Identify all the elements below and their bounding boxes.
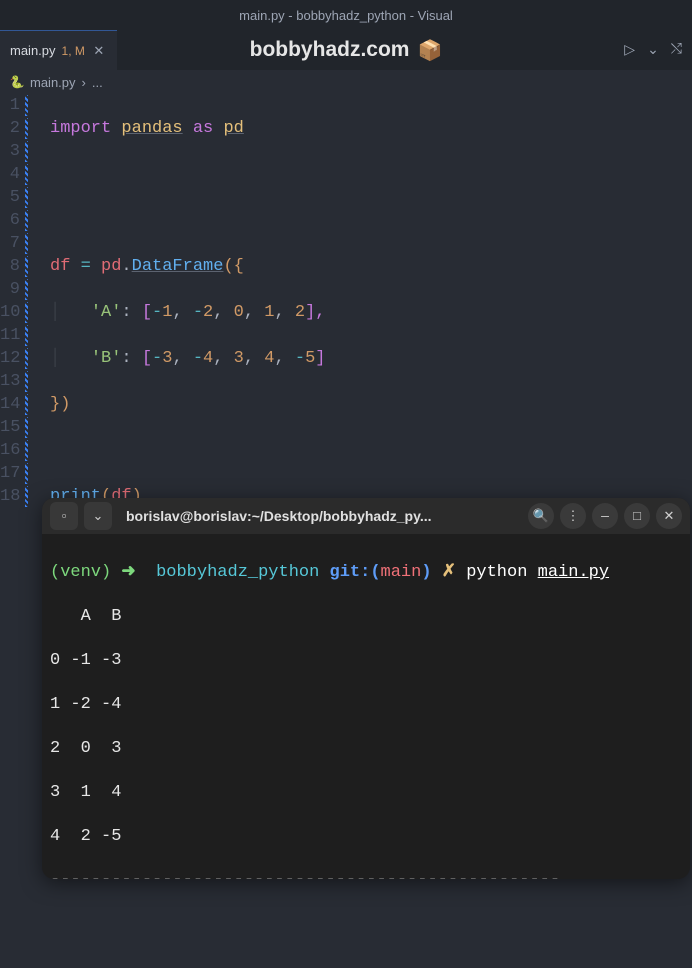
page-overlay-label: bobbyhadz.com 📦 bbox=[250, 38, 443, 63]
close-icon[interactable]: ✕ bbox=[91, 43, 107, 59]
tab-git-status: 1, M bbox=[62, 44, 85, 58]
breadcrumb-more: ... bbox=[92, 75, 103, 90]
breadcrumb[interactable]: 🐍 main.py › ... bbox=[0, 70, 692, 94]
run-icon[interactable]: ▷ bbox=[624, 42, 635, 59]
terminal-window: ▫ ⌄ borislav@borislav:~/Desktop/bobbyhad… bbox=[42, 498, 690, 879]
editor-actions: ▷ ⌄ ⤭ bbox=[624, 42, 682, 59]
minimize-icon[interactable]: — bbox=[592, 503, 618, 529]
tab-filename: main.py bbox=[10, 43, 56, 58]
terminal-dropdown-button[interactable]: ⌄ bbox=[84, 502, 112, 530]
close-icon[interactable]: ✕ bbox=[656, 503, 682, 529]
terminal-out: 0 -1 -3 bbox=[50, 650, 682, 672]
breadcrumb-separator: › bbox=[82, 75, 86, 90]
line-number-gutter: 123 456 789 101112 131415 161718 bbox=[0, 94, 24, 968]
split-diff-icon[interactable]: ⤭ bbox=[671, 42, 682, 58]
python-file-icon: 🐍 bbox=[10, 75, 24, 89]
terminal-new-tab-button[interactable]: ▫ bbox=[50, 502, 78, 530]
cube-icon: 📦 bbox=[417, 38, 442, 63]
run-chevron-icon[interactable]: ⌄ bbox=[647, 42, 659, 59]
terminal-header[interactable]: ▫ ⌄ borislav@borislav:~/Desktop/bobbyhad… bbox=[42, 498, 690, 534]
terminal-output[interactable]: (venv) ➜ bobbyhadz_python git:(main) ✗ p… bbox=[42, 534, 690, 879]
terminal-out: ----------------------------------------… bbox=[50, 870, 682, 879]
tab-bar: main.py 1, M ✕ bobbyhadz.com 📦 ▷ ⌄ ⤭ bbox=[0, 30, 692, 70]
terminal-prompt-line: (venv) ➜ bobbyhadz_python git:(main) ✗ p… bbox=[50, 562, 682, 584]
overlay-text: bobbyhadz.com bbox=[250, 38, 410, 62]
tab-main-py[interactable]: main.py 1, M ✕ bbox=[0, 30, 117, 70]
search-icon[interactable]: 🔍 bbox=[528, 503, 554, 529]
maximize-icon[interactable]: □ bbox=[624, 503, 650, 529]
menu-icon[interactable]: ⋮ bbox=[560, 503, 586, 529]
terminal-out: 1 -2 -4 bbox=[50, 694, 682, 716]
terminal-title: borislav@borislav:~/Desktop/bobbyhadz_py… bbox=[118, 508, 522, 524]
terminal-out: 3 1 4 bbox=[50, 782, 682, 804]
breadcrumb-file: main.py bbox=[30, 75, 76, 90]
terminal-out: A B bbox=[50, 606, 682, 628]
terminal-out: 4 2 -5 bbox=[50, 826, 682, 848]
terminal-out: 2 0 3 bbox=[50, 738, 682, 760]
window-titlebar: main.py - bobbyhadz_python - Visual bbox=[0, 0, 692, 30]
window-title: main.py - bobbyhadz_python - Visual bbox=[239, 8, 453, 23]
